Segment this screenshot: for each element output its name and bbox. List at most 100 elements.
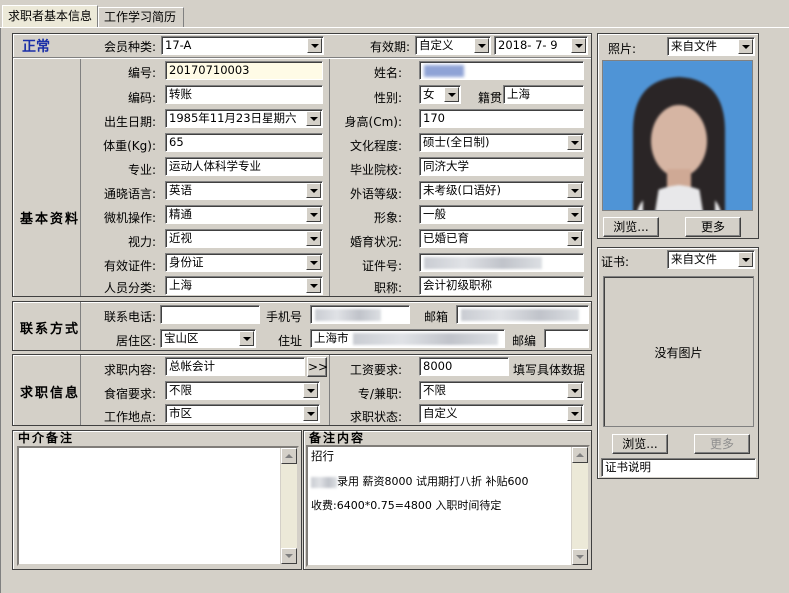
- job-content-field[interactable]: 总帐会计: [165, 357, 305, 376]
- phone-field[interactable]: [160, 305, 260, 324]
- member-type-label: 会员种类:: [103, 40, 156, 54]
- basic-section-title: 基本资料: [20, 212, 81, 227]
- tab-resume[interactable]: 工作学习简历: [98, 7, 184, 27]
- chevron-down-icon[interactable]: [306, 231, 321, 246]
- chevron-down-icon[interactable]: [567, 183, 582, 198]
- cert-browse-button[interactable]: 浏览...: [612, 434, 668, 454]
- remark-title: 备注内容: [309, 431, 366, 445]
- job-content-more-button[interactable]: >>: [307, 357, 328, 377]
- lang-level-label: 外语等级:: [349, 187, 402, 201]
- chevron-down-icon[interactable]: [738, 39, 753, 54]
- image-select[interactable]: 一般: [419, 205, 584, 224]
- chevron-down-icon[interactable]: [303, 406, 318, 421]
- computer-label: 微机操作:: [103, 211, 156, 225]
- scroll-up-icon[interactable]: [281, 448, 297, 464]
- fulltime-select[interactable]: 不限: [419, 381, 584, 400]
- major-field[interactable]: 运动人体科学专业: [165, 157, 323, 176]
- chevron-down-icon[interactable]: [306, 183, 321, 198]
- birth-picker[interactable]: 1985年11月23日星期六: [165, 109, 323, 128]
- agency-notes-textarea[interactable]: [17, 446, 299, 566]
- id-type-select[interactable]: 身份证: [165, 253, 323, 272]
- scrollbar[interactable]: [571, 447, 588, 565]
- chevron-down-icon[interactable]: [738, 252, 753, 267]
- cert-more-button[interactable]: 更多: [694, 434, 750, 454]
- scroll-down-icon[interactable]: [572, 549, 588, 565]
- chevron-down-icon[interactable]: [306, 207, 321, 222]
- cert-source-select[interactable]: 来自文件: [667, 250, 755, 269]
- tab-basic-info[interactable]: 求职者基本信息: [2, 5, 98, 27]
- tab-baseline: [0, 27, 789, 28]
- remark-line-2: 录用 薪资8000 试用期打八折 补贴600: [311, 473, 528, 489]
- district-label: 居住区:: [115, 334, 156, 348]
- code-label: 编码:: [127, 91, 156, 105]
- district-select[interactable]: 宝山区: [160, 329, 256, 348]
- number-field[interactable]: 20170710003: [165, 61, 323, 80]
- school-field[interactable]: 同济大学: [419, 157, 584, 176]
- chevron-down-icon[interactable]: [306, 111, 321, 126]
- chevron-down-icon[interactable]: [567, 231, 582, 246]
- member-type-select[interactable]: 17-A: [161, 36, 324, 55]
- chevron-down-icon[interactable]: [307, 38, 322, 53]
- scrollbar[interactable]: [280, 448, 297, 564]
- photo-label: 照片:: [608, 42, 637, 56]
- native-label: 籍贯: [478, 91, 503, 105]
- title-field[interactable]: 会计初级职称: [419, 276, 584, 295]
- email-field[interactable]: [456, 305, 589, 324]
- marital-select[interactable]: 已婚已育: [419, 229, 584, 248]
- remark-textarea[interactable]: 招行 录用 薪资8000 试用期打八折 补贴600 收费:6400*0.75=4…: [306, 445, 590, 567]
- salary-label: 工资要求:: [349, 363, 402, 377]
- chevron-down-icon[interactable]: [306, 255, 321, 270]
- vision-label: 视力:: [127, 235, 156, 249]
- board-select[interactable]: 不限: [165, 381, 320, 400]
- phone-label: 联系电话:: [103, 310, 156, 324]
- chevron-down-icon[interactable]: [567, 383, 582, 398]
- name-field[interactable]: [419, 61, 584, 80]
- category-select[interactable]: 上海: [165, 276, 323, 295]
- redacted-email: [461, 309, 579, 321]
- id-no-field[interactable]: [419, 253, 584, 272]
- cert-desc-field[interactable]: 证书说明: [601, 458, 756, 477]
- chevron-down-icon[interactable]: [567, 207, 582, 222]
- computer-select[interactable]: 精通: [165, 205, 323, 224]
- salary-field[interactable]: 8000: [419, 357, 509, 376]
- address-field[interactable]: 上海市: [310, 329, 505, 348]
- chevron-down-icon[interactable]: [567, 135, 582, 150]
- gender-select[interactable]: 女: [419, 85, 461, 104]
- category-label: 人员分类:: [103, 281, 156, 295]
- scroll-down-icon[interactable]: [281, 548, 297, 564]
- gender-label: 性别:: [373, 91, 402, 105]
- lang-level-select[interactable]: 未考级(口语好): [419, 181, 584, 200]
- native-field[interactable]: 上海: [503, 85, 584, 104]
- weight-field[interactable]: 65: [165, 133, 323, 152]
- chevron-down-icon[interactable]: [474, 38, 489, 53]
- photo-browse-button[interactable]: 浏览...: [603, 217, 659, 237]
- chevron-down-icon[interactable]: [444, 87, 459, 102]
- code-field[interactable]: 转账: [165, 85, 323, 104]
- cert-no-image-text: 没有图片: [654, 346, 703, 360]
- chevron-down-icon[interactable]: [567, 406, 582, 421]
- chevron-down-icon[interactable]: [239, 331, 254, 346]
- left-edge: [0, 28, 1, 593]
- chevron-down-icon[interactable]: [306, 278, 321, 293]
- job-status-select[interactable]: 自定义: [419, 404, 584, 423]
- scroll-up-icon[interactable]: [572, 447, 588, 463]
- postcode-label: 邮编: [512, 334, 537, 348]
- postcode-field[interactable]: [544, 329, 589, 348]
- chevron-down-icon[interactable]: [571, 38, 586, 53]
- mobile-field[interactable]: [310, 305, 410, 324]
- height-field[interactable]: 170: [419, 109, 584, 128]
- language-select[interactable]: 英语: [165, 181, 323, 200]
- education-label: 文化程度:: [349, 139, 402, 153]
- location-select[interactable]: 市区: [165, 404, 320, 423]
- photo-source-select[interactable]: 来自文件: [667, 37, 755, 56]
- chevron-down-icon[interactable]: [303, 383, 318, 398]
- date-picker[interactable]: 2018- 7- 9: [494, 36, 588, 55]
- validity-select[interactable]: 自定义: [415, 36, 491, 55]
- photo-more-button[interactable]: 更多: [685, 217, 741, 237]
- language-label: 通晓语言:: [103, 187, 156, 201]
- redacted-company: [311, 476, 337, 488]
- education-select[interactable]: 硕士(全日制): [419, 133, 584, 152]
- vision-select[interactable]: 近视: [165, 229, 323, 248]
- contact-section-title: 联系方式: [20, 322, 81, 337]
- redacted-mobile: [315, 309, 381, 321]
